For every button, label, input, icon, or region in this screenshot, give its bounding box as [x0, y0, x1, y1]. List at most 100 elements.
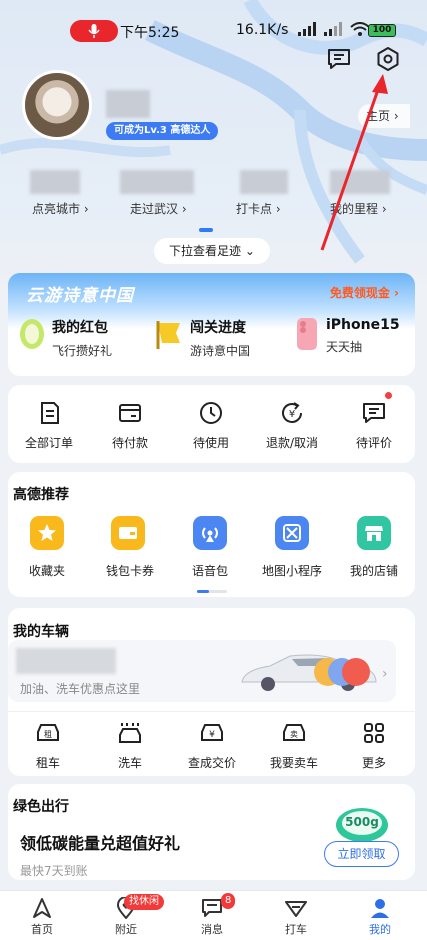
- promo-item-title: 闯关进度: [190, 320, 246, 336]
- network-speed: 16.1K/s: [236, 22, 289, 38]
- wallet-icon: [119, 404, 141, 422]
- svg-text:租: 租: [44, 730, 52, 739]
- favorites-button[interactable]: [30, 516, 64, 550]
- all-orders-button[interactable]: 全部订单: [19, 400, 79, 451]
- action-label: 租车: [35, 756, 60, 770]
- grid-icon: [364, 723, 384, 743]
- app-label: 钱包卡券: [105, 564, 154, 578]
- homepage-label: 主页: [366, 109, 391, 123]
- voice-broadcast-icon: [202, 527, 218, 542]
- action-label: 我要卖车: [269, 756, 318, 770]
- level-badge[interactable]: 可成为Lv.3 高德达人: [106, 122, 219, 140]
- chat-icon: [328, 49, 350, 69]
- car-wash-button[interactable]: 洗车: [100, 720, 160, 771]
- avatar[interactable]: [22, 70, 92, 140]
- nav-label: 首页: [31, 923, 53, 936]
- vehicle-chevron-icon: ›: [382, 666, 388, 682]
- pull-footprint-hint[interactable]: 下拉查看足迹 ⌄: [154, 238, 270, 264]
- stat-label: 打卡点: [236, 202, 273, 216]
- nearby-badge: 找休闲: [124, 894, 164, 910]
- check-price-button[interactable]: ¥ 查成交价: [176, 720, 248, 771]
- svg-text:¥: ¥: [289, 409, 295, 420]
- homepage-button[interactable]: 主页 ›: [358, 104, 410, 128]
- stat-wuhan[interactable]: 走过武汉 ›: [130, 200, 187, 217]
- stat-checkins[interactable]: 打卡点 ›: [236, 200, 281, 217]
- bottom-nav: 首页 附近 消息 打车 我的: [0, 890, 427, 940]
- stat-value-blurred: [120, 170, 194, 194]
- username-blurred: [106, 90, 150, 118]
- stat-cities[interactable]: 点亮城市 ›: [32, 200, 89, 217]
- more-button[interactable]: 更多: [344, 720, 404, 771]
- car-illustration: [241, 654, 377, 691]
- nav-mine[interactable]: 我的: [350, 895, 410, 937]
- nav-taxi[interactable]: 打车: [266, 895, 326, 937]
- svg-text:¥: ¥: [209, 730, 215, 740]
- app-label: 收藏夹: [28, 564, 65, 578]
- stat-label: 点亮城市: [32, 202, 81, 216]
- app-label: 我的店铺: [349, 564, 398, 578]
- promo-item-title: iPhone15: [326, 317, 400, 333]
- stat-value-blurred: [330, 170, 390, 194]
- promo-iphone[interactable]: iPhone15 天天抽: [294, 317, 400, 355]
- promo-progress[interactable]: 闯关进度 游诗意中国: [154, 317, 250, 359]
- svg-text:卖: 卖: [290, 730, 298, 739]
- nav-home[interactable]: 首页: [12, 895, 72, 937]
- order-label: 待付款: [111, 436, 148, 450]
- red-packet-icon: [20, 319, 44, 349]
- pull-hint-label: 下拉查看足迹: [169, 244, 242, 258]
- clock-icon: [200, 402, 222, 424]
- settings-button[interactable]: [373, 44, 403, 74]
- app-label: 地图小程序: [261, 564, 322, 578]
- app-label: 语音包: [191, 564, 228, 578]
- recommend-title: 高德推荐: [13, 487, 69, 503]
- promo-item-subtitle: 天天抽: [326, 340, 363, 354]
- action-label: 洗车: [117, 756, 142, 770]
- stat-label: 走过武汉: [130, 202, 179, 216]
- voice-pack-button[interactable]: [193, 516, 227, 550]
- pending-payment-button[interactable]: 待付款: [100, 400, 160, 451]
- flag-icon: [156, 321, 180, 349]
- to-review-button[interactable]: 待评价: [344, 400, 404, 451]
- card-icon: [119, 527, 137, 539]
- promo-item-subtitle: 飞行攒好礼: [52, 344, 113, 358]
- mini-program-button[interactable]: [275, 516, 309, 550]
- message-button[interactable]: [324, 44, 354, 74]
- sell-car-button[interactable]: 卖 我要卖车: [258, 720, 330, 771]
- coin-value: 500g: [345, 815, 379, 829]
- promo-link-label: 免费领现金: [329, 286, 390, 300]
- action-label: 查成交价: [187, 756, 236, 770]
- map-mini-icon: [283, 524, 301, 542]
- refund-button[interactable]: ¥ 退款/取消: [256, 400, 328, 451]
- microphone-icon: [88, 24, 100, 38]
- message-count-badge: 8: [221, 893, 236, 909]
- plate-blurred: [16, 648, 116, 674]
- stat-mileage[interactable]: 我的里程 ›: [330, 200, 387, 217]
- order-list-icon: [41, 402, 59, 424]
- nav-label: 消息: [201, 923, 223, 936]
- order-label: 待使用: [192, 436, 229, 450]
- refund-icon: ¥: [282, 402, 302, 423]
- promo-red-packet[interactable]: 我的红包 飞行攒好礼: [18, 317, 112, 359]
- claim-button[interactable]: 立即领取: [324, 841, 399, 867]
- sell-car-icon: 卖: [283, 724, 305, 741]
- signal-icons: [298, 22, 370, 36]
- to-use-button[interactable]: 待使用: [181, 400, 241, 451]
- stat-value-blurred: [240, 170, 288, 194]
- gear-icon: [377, 47, 399, 71]
- green-subtitle: 最快7天到账: [20, 864, 88, 878]
- recording-indicator: [70, 20, 118, 42]
- promo-card[interactable]: 云游诗意中国 免费领现金 › 我的红包 飞行攒好礼 闯关进度 游诗意中国 iPh…: [8, 273, 415, 376]
- rent-car-icon: 租: [37, 724, 59, 741]
- rent-car-button[interactable]: 租 租车: [18, 720, 78, 771]
- taxi-icon: [285, 901, 307, 917]
- signal-icon: [298, 22, 316, 36]
- stat-label: 我的里程: [330, 202, 379, 216]
- wallet-cards-button[interactable]: [111, 516, 145, 550]
- phone-icon: [297, 318, 317, 350]
- vehicles-title: 我的车辆: [13, 624, 69, 640]
- promo-link[interactable]: 免费领现金 ›: [330, 284, 399, 301]
- my-store-button[interactable]: [357, 516, 391, 550]
- promo-title: 云游诗意中国: [26, 286, 134, 306]
- signal-icon-2: [324, 22, 342, 36]
- price-car-icon: ¥: [201, 724, 223, 741]
